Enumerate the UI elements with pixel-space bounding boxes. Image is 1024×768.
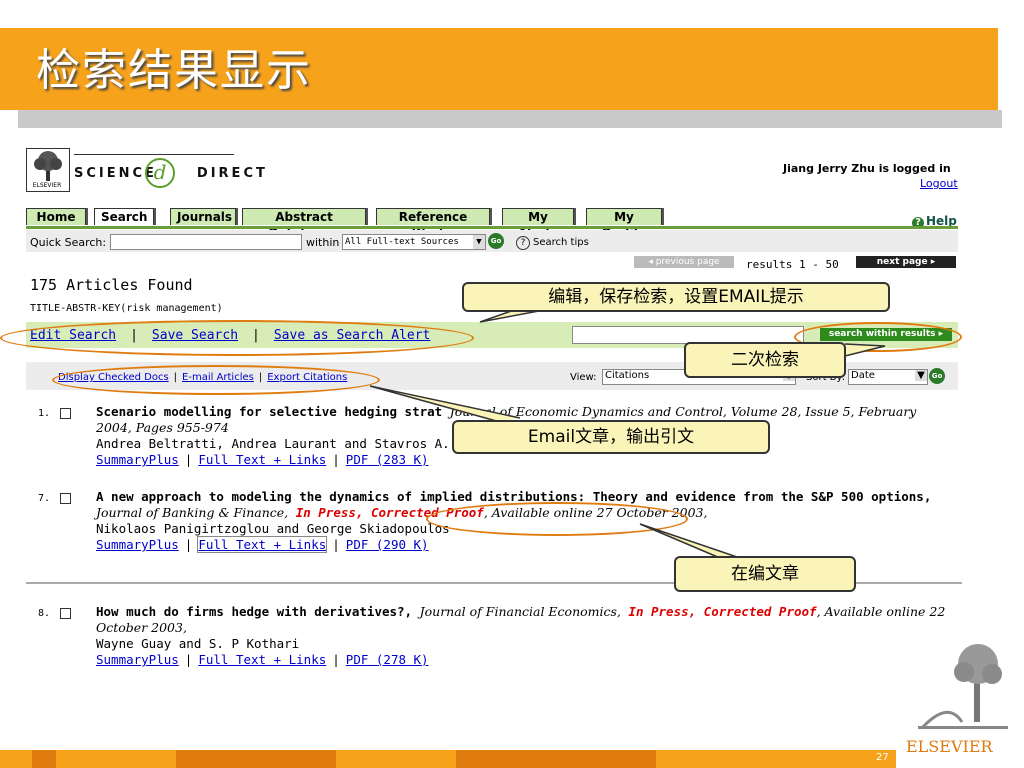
elsevier-tree-footer-logo (918, 640, 1008, 732)
footer-color-bar (0, 750, 1024, 768)
callout-secondary-search: 二次检索 (684, 342, 846, 378)
callout-edit-save: 编辑，保存检索，设置EMAIL提示 (462, 282, 890, 312)
callout-email-export: Email文章，输出引文 (452, 420, 770, 454)
callout-in-press: 在编文章 (674, 556, 856, 592)
slide-page-number: 27 (876, 752, 889, 763)
callout-pointers (369, 307, 886, 559)
